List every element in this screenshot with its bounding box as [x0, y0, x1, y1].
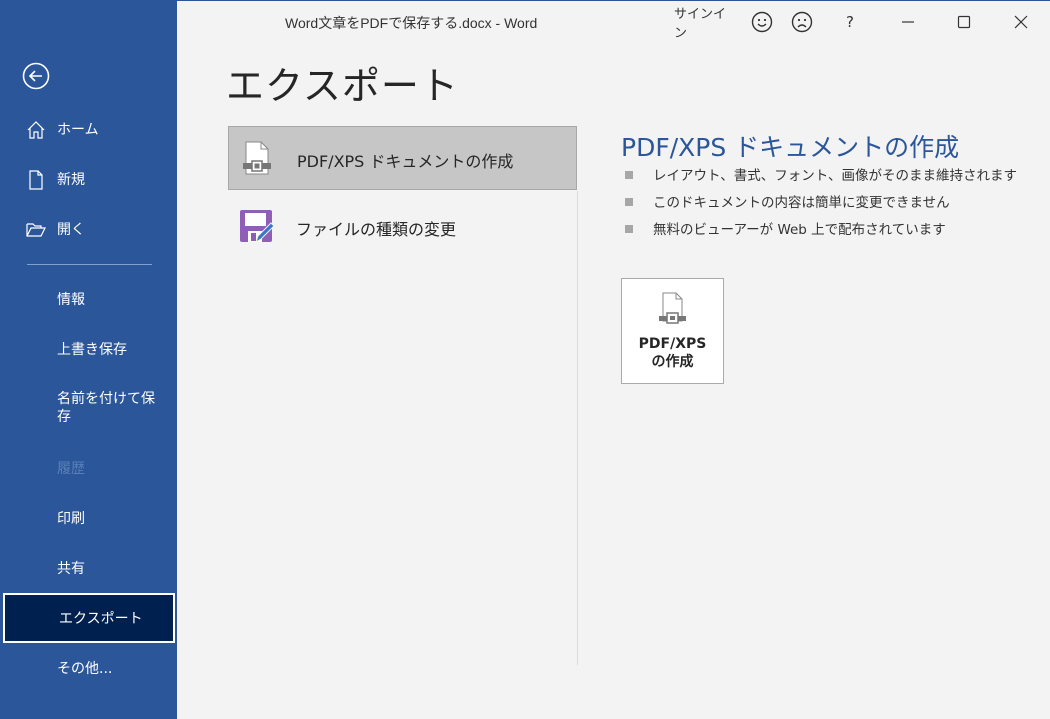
- sidebar-item-label: ホーム: [57, 122, 99, 138]
- sidebar-item-label: 履歴: [57, 461, 85, 477]
- backstage-sidebar: ホーム 新規 開く 情報 上書き保存 名前を付けて保存 履歴 印刷 共有 エクス…: [1, 1, 177, 719]
- sidebar-item-label: エクスポート: [59, 611, 143, 627]
- close-icon: [1014, 15, 1028, 29]
- minimize-icon: [902, 21, 914, 23]
- signin-button[interactable]: サインイン: [674, 7, 736, 41]
- sidebar-item-label: 共有: [57, 561, 85, 577]
- maximize-button[interactable]: [949, 9, 979, 35]
- home-icon: [27, 121, 45, 139]
- detail-bullet: レイアウト、書式、フォント、画像がそのまま維持されます: [625, 167, 1017, 194]
- sidebar-item-label: 上書き保存: [57, 342, 127, 358]
- option-create-pdf-xps[interactable]: PDF/XPS ドキュメントの作成: [228, 126, 577, 190]
- create-button-label-line2: の作成: [651, 354, 694, 370]
- create-button-label: PDF/XPS の作成: [622, 335, 723, 371]
- sidebar-item-home[interactable]: ホーム: [1, 120, 177, 140]
- sidebar-item-print[interactable]: 印刷: [1, 509, 177, 529]
- maximize-icon: [957, 15, 971, 29]
- detail-title: PDF/XPS ドキュメントの作成: [621, 133, 960, 162]
- word-window: ホーム 新規 開く 情報 上書き保存 名前を付けて保存 履歴 印刷 共有 エクス…: [0, 0, 1050, 719]
- minimize-button[interactable]: [893, 9, 923, 35]
- detail-bullet-list: レイアウト、書式、フォント、画像がそのまま維持されます このドキュメントの内容は…: [625, 167, 1017, 248]
- open-folder-icon: [26, 223, 46, 237]
- option-label: ファイルの種類の変更: [296, 220, 457, 239]
- close-button[interactable]: [1006, 9, 1036, 35]
- detail-bullet: 無料のビューアーが Web 上で配布されています: [625, 221, 1017, 248]
- sidebar-item-info[interactable]: 情報: [1, 290, 177, 310]
- backstage-main: Word文章をPDFで保存する.docx - Word サインイン ? エクスポ…: [177, 1, 1050, 719]
- sidebar-item-open[interactable]: 開く: [1, 220, 177, 240]
- sidebar-item-history: 履歴: [1, 459, 177, 479]
- page-title: エクスポート: [226, 64, 459, 108]
- frown-feedback-button[interactable]: [789, 9, 815, 35]
- help-icon: ?: [846, 13, 854, 31]
- sidebar-item-label: 新規: [57, 172, 85, 188]
- sidebar-item-label: 開く: [57, 222, 85, 238]
- help-button[interactable]: ?: [837, 9, 863, 35]
- sidebar-item-save[interactable]: 上書き保存: [1, 340, 177, 360]
- sidebar-item-more[interactable]: その他...: [1, 659, 177, 679]
- option-change-file-type[interactable]: ファイルの種類の変更: [228, 195, 577, 259]
- frown-icon: [791, 11, 813, 33]
- pdf-document-icon: [659, 292, 686, 324]
- sidebar-item-label: 印刷: [57, 511, 85, 527]
- new-document-icon: [29, 170, 43, 190]
- smile-icon: [751, 11, 773, 33]
- back-arrow-icon: [22, 62, 50, 90]
- detail-bullet: このドキュメントの内容は簡単に変更できません: [625, 194, 1017, 221]
- sidebar-item-label: 名前を付けて保存: [57, 391, 155, 425]
- change-file-type-icon: [240, 210, 274, 244]
- sidebar-item-share[interactable]: 共有: [1, 559, 177, 579]
- smile-feedback-button[interactable]: [749, 9, 775, 35]
- sidebar-item-save-as[interactable]: 名前を付けて保存: [1, 390, 177, 430]
- create-pdf-xps-button[interactable]: PDF/XPS の作成: [621, 278, 724, 384]
- sidebar-divider: [27, 264, 152, 265]
- panel-divider: [577, 191, 578, 665]
- pdf-document-icon: [243, 141, 271, 175]
- sidebar-item-label: 情報: [57, 292, 85, 308]
- sidebar-item-new[interactable]: 新規: [1, 170, 177, 190]
- signin-label: サインイン: [674, 7, 727, 41]
- sidebar-item-label: その他...: [57, 661, 113, 677]
- create-button-label-line1: PDF/XPS: [638, 336, 707, 352]
- window-title: Word文章をPDFで保存する.docx - Word: [285, 15, 538, 31]
- back-button[interactable]: [22, 62, 50, 90]
- sidebar-item-export[interactable]: エクスポート: [3, 593, 175, 643]
- option-label: PDF/XPS ドキュメントの作成: [297, 152, 514, 171]
